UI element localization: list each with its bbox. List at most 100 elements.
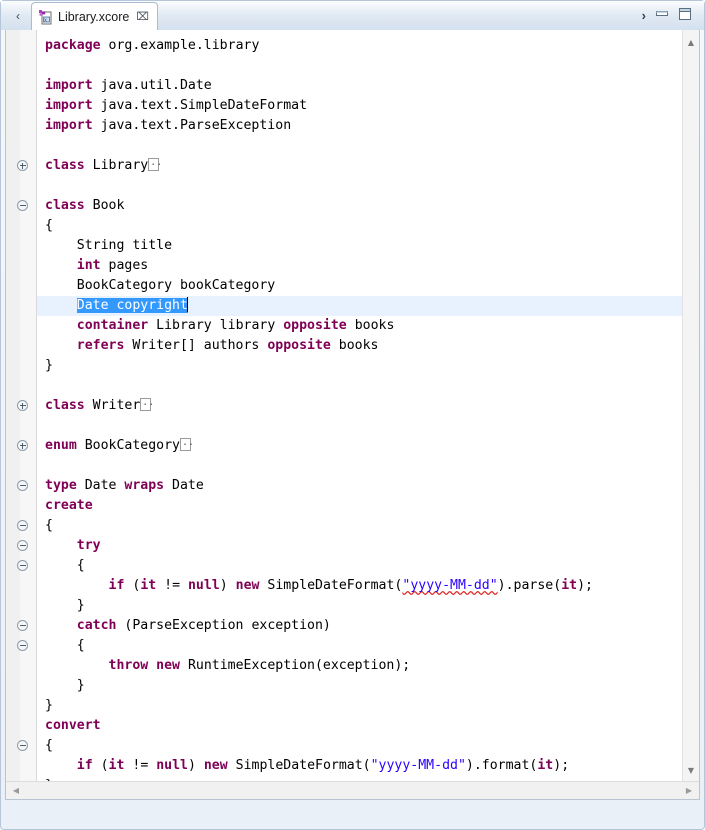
code-line[interactable] [37,416,53,436]
code-token: java.text.SimpleDateFormat [100,98,308,113]
scroll-down-icon[interactable]: ▼ [683,762,699,778]
horizontal-scrollbar[interactable]: ◀ ▶ [6,781,699,799]
keyword-token: class [45,158,93,173]
fold-collapse-icon[interactable] [17,740,28,751]
code-line[interactable]: } [37,356,53,376]
code-line[interactable]: import java.util.Date [37,76,212,96]
tab-back-arrow-button[interactable]: ‹ [9,7,27,25]
code-token: RuntimeException(exception); [187,658,411,673]
keyword-token: new [156,658,188,673]
code-line[interactable]: if (it != null) new SimpleDateFormat("yy… [37,756,569,776]
code-token: Book [92,198,125,213]
code-line[interactable]: container Library library opposite books [37,316,395,336]
code-line[interactable]: BookCategory bookCategory [37,276,276,296]
code-line[interactable]: enum BookCategory [37,433,194,456]
scroll-left-icon[interactable]: ◀ [8,782,24,799]
code-line[interactable] [37,56,53,76]
code-line[interactable]: { [37,216,53,236]
fold-expand-icon[interactable] [17,400,28,411]
vertical-scrollbar[interactable]: ▲ ▼ [682,30,699,782]
code-line[interactable] [37,136,53,156]
code-line[interactable]: } [37,676,85,696]
code-line[interactable]: String title [37,236,172,256]
collapsed-code-box[interactable] [148,153,162,173]
code-line[interactable]: import java.text.SimpleDateFormat [37,96,307,116]
code-token: org.example.library [108,38,260,53]
code-token: (ParseException exception) [124,618,331,633]
keyword-token: throw [108,658,157,673]
editor-body: package org.example.library import java.… [5,30,700,800]
tab-overflow-chevron-icon[interactable]: › [642,8,646,23]
code-line[interactable]: type Date wraps Date [37,476,204,496]
code-token: Library [92,158,149,173]
code-line[interactable]: class Book [37,196,124,216]
code-line[interactable]: create [37,496,93,516]
keyword-token: refers [76,338,133,353]
code-token: Date [84,478,125,493]
keyword-token: new [235,578,268,593]
code-token: } [45,698,53,713]
scroll-right-icon[interactable]: ▶ [681,782,697,799]
fold-collapse-icon[interactable] [17,640,28,651]
collapsed-code-box[interactable] [179,433,194,453]
fold-marker-column [6,30,37,799]
keyword-token: catch [76,618,125,633]
keyword-token: it [537,758,554,773]
code-token: ).format( [465,758,538,773]
fold-collapse-icon[interactable] [17,480,28,491]
fold-collapse-icon[interactable] [17,540,28,551]
code-token: pages [108,258,149,273]
xcore-file-icon: x [38,9,54,25]
fold-expand-icon[interactable] [17,160,28,171]
code-line[interactable] [37,176,53,196]
code-line[interactable]: refers Writer[] authors opposite books [37,336,379,356]
fold-collapse-icon[interactable] [17,200,28,211]
keyword-token: import [45,118,101,133]
code-line[interactable]: { [37,556,85,576]
code-token: SimpleDateFormat( [267,578,403,593]
code-line[interactable]: import java.text.ParseException [37,116,291,136]
fold-expand-icon[interactable] [17,440,28,451]
code-line[interactable]: { [37,516,53,536]
svg-text:x: x [44,17,47,23]
keyword-token: type [45,478,85,493]
code-token: ( [100,758,109,773]
string-literal: "yyyy-MM-dd" [370,758,466,773]
code-line[interactable]: } [37,596,85,616]
code-line[interactable]: if (it != null) new SimpleDateFormat("yy… [37,576,593,596]
keyword-token: enum [45,438,85,453]
close-icon[interactable]: ⌧ [136,11,149,22]
maximize-button[interactable] [677,6,693,22]
keyword-token: create [45,498,93,513]
code-line[interactable]: } [37,696,53,716]
code-token: != [156,578,188,593]
code-line[interactable]: { [37,636,85,656]
code-line[interactable]: throw new RuntimeException(exception); [37,656,411,676]
code-line[interactable]: Date copyright [37,296,682,316]
code-line[interactable]: package org.example.library [37,36,259,56]
code-editing-area[interactable]: package org.example.library import java.… [37,30,682,782]
code-line[interactable] [37,456,53,476]
keyword-token: class [45,198,93,213]
code-line[interactable]: convert [37,716,101,736]
code-token: BookCategory [84,438,180,453]
minimize-button[interactable] [654,6,670,22]
code-line[interactable]: { [37,736,53,756]
code-line[interactable]: int pages [37,256,148,276]
fold-collapse-icon[interactable] [17,520,28,531]
collapsed-code-box[interactable] [140,393,154,413]
fold-collapse-icon[interactable] [17,560,28,571]
editor-window: ‹ x Library.xcore ⌧ › package org.exampl… [0,0,705,830]
keyword-token: try [76,538,101,553]
scroll-up-icon[interactable]: ▲ [683,34,699,50]
code-line[interactable]: try [37,536,101,556]
editor-tab-library-xcore[interactable]: x Library.xcore ⌧ [31,2,159,30]
code-line[interactable] [37,376,53,396]
code-line[interactable]: class Writer [37,393,154,416]
code-line[interactable]: class Library [37,153,162,176]
code-line[interactable]: catch (ParseException exception) [37,616,331,636]
fold-collapse-icon[interactable] [17,620,28,631]
